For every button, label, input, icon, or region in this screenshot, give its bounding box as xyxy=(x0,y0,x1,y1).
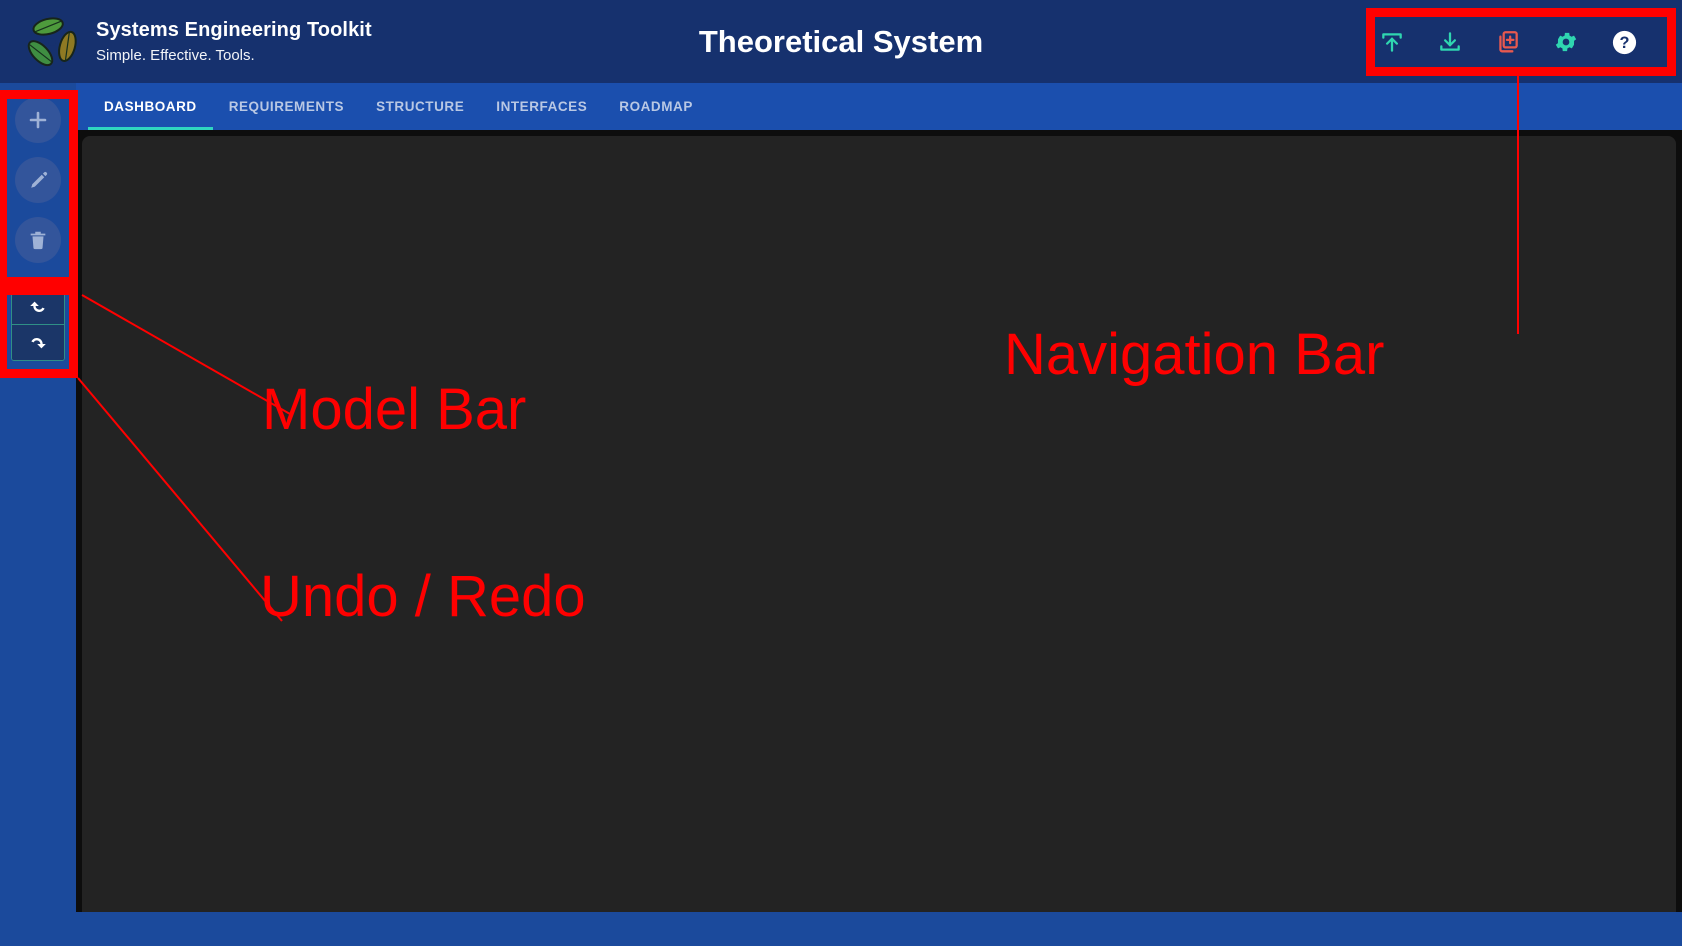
redo-button[interactable] xyxy=(12,325,64,360)
plus-icon xyxy=(26,108,50,132)
brand-block: Systems Engineering Toolkit Simple. Effe… xyxy=(0,13,372,71)
canvas-frame xyxy=(76,130,1682,912)
brand-text: Systems Engineering Toolkit Simple. Effe… xyxy=(96,18,372,66)
svg-text:?: ? xyxy=(1619,34,1629,52)
model-bar xyxy=(8,91,68,263)
pencil-icon xyxy=(27,169,50,192)
download-model-button[interactable] xyxy=(1431,23,1469,61)
gear-icon xyxy=(1553,29,1579,55)
tab-roadmap[interactable]: ROADMAP xyxy=(603,83,709,130)
trash-icon xyxy=(27,229,49,251)
undo-arrow-icon xyxy=(26,295,50,319)
settings-button[interactable] xyxy=(1547,23,1585,61)
new-model-button[interactable] xyxy=(1489,23,1527,61)
undo-button[interactable] xyxy=(12,290,64,325)
tab-interfaces[interactable]: INTERFACES xyxy=(480,83,603,130)
history-bar xyxy=(11,289,65,361)
left-sidebar xyxy=(0,83,76,946)
three-leaves-recycle-logo-icon xyxy=(24,13,80,71)
tab-structure[interactable]: STRUCTURE xyxy=(360,83,480,130)
tab-requirements-label: REQUIREMENTS xyxy=(228,99,345,114)
tab-structure-label: STRUCTURE xyxy=(376,99,465,114)
edit-element-button[interactable] xyxy=(15,157,61,203)
download-icon xyxy=(1437,29,1463,55)
new-document-icon xyxy=(1495,29,1521,55)
brand-subtitle: Simple. Effective. Tools. xyxy=(96,46,255,64)
dashboard-canvas[interactable] xyxy=(82,136,1676,912)
tab-interfaces-label: INTERFACES xyxy=(496,99,588,114)
upload-model-button[interactable] xyxy=(1373,23,1411,61)
tab-bar: DASHBOARD REQUIREMENTS STRUCTURE INTERFA… xyxy=(76,83,1682,130)
application-window: Systems Engineering Toolkit Simple. Effe… xyxy=(0,0,1682,946)
redo-arrow-icon xyxy=(26,331,50,355)
tab-dashboard-label: DASHBOARD xyxy=(104,99,197,114)
tab-dashboard[interactable]: DASHBOARD xyxy=(88,83,213,130)
delete-element-button[interactable] xyxy=(15,217,61,263)
add-element-button[interactable] xyxy=(15,97,61,143)
navigation-bar: ? xyxy=(1351,15,1665,69)
help-circle-icon: ? xyxy=(1611,29,1638,56)
upload-icon xyxy=(1379,29,1405,55)
tab-roadmap-label: ROADMAP xyxy=(619,99,693,114)
tab-requirements[interactable]: REQUIREMENTS xyxy=(213,83,360,130)
help-button[interactable]: ? xyxy=(1605,23,1643,61)
brand-title: Systems Engineering Toolkit xyxy=(96,18,372,41)
